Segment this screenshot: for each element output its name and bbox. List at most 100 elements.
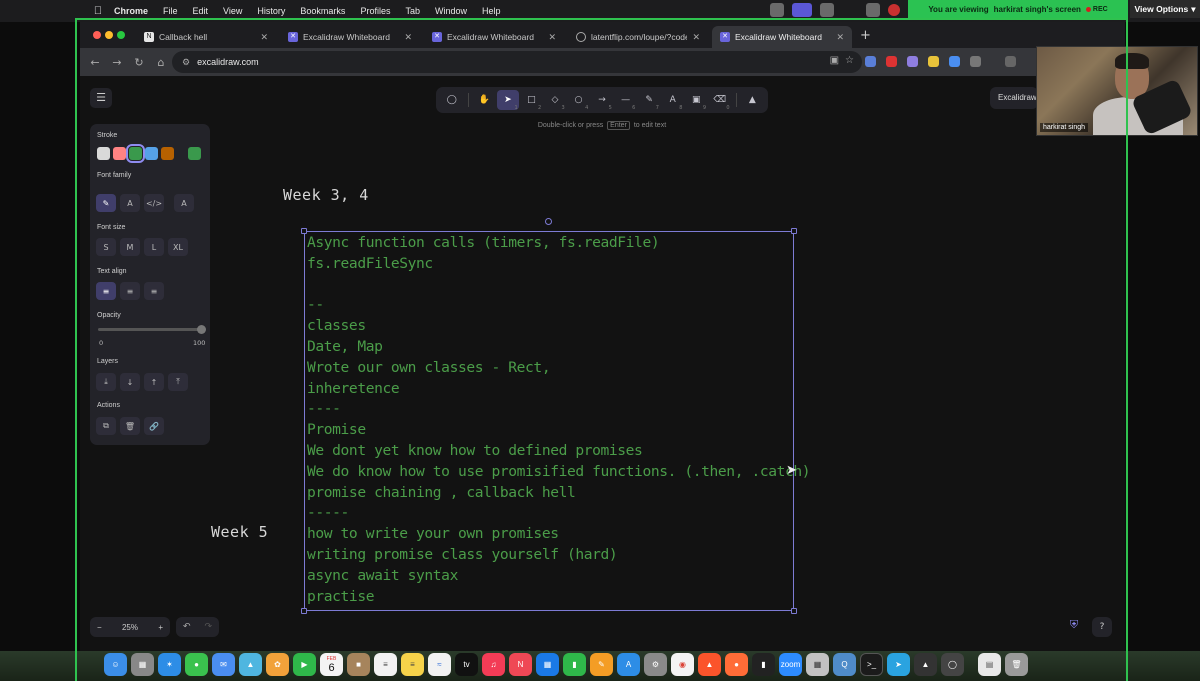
close-icon[interactable]: ✕ [548,32,556,43]
extension-icon[interactable] [907,56,918,67]
stroke-swatch[interactable] [145,147,158,160]
menu-window[interactable]: Window [435,6,467,16]
send-backward-icon[interactable]: ↓ [120,373,140,391]
calendar-icon[interactable]: FEB 6 [320,653,343,676]
address-bar[interactable]: ⚙ excalidraw.com ▣ ☆ [172,51,862,73]
font-normal-icon[interactable]: A [120,194,140,212]
maximize-window-icon[interactable] [117,31,125,39]
help-button[interactable]: ? [1092,617,1112,637]
tab-excalidraw-2[interactable]: ✕ Excalidraw Whiteboard ✕ [424,26,564,48]
ellipse-tool-icon[interactable]: ○ 4 [568,90,590,111]
close-icon[interactable]: ✕ [692,32,700,43]
new-tab-button[interactable]: + [860,28,871,43]
tray-icon-screen-share[interactable] [792,3,812,17]
tab-excalidraw-1[interactable]: ✕ Excalidraw Whiteboard ✕ [280,26,420,48]
font-size-l[interactable]: L [144,238,164,256]
duplicate-icon[interactable]: ⧉ [96,417,116,435]
home-icon[interactable]: ⌂ [150,56,172,69]
send-to-back-icon[interactable]: ⤓ [96,373,116,391]
zoom-out-button[interactable]: − [97,623,102,632]
stroke-swatch[interactable] [161,147,174,160]
finder-icon[interactable]: ☺ [104,653,127,676]
system-settings-icon[interactable]: ⚙ [644,653,667,676]
back-icon[interactable]: ← [84,56,106,69]
diamond-tool-icon[interactable]: ◇ 3 [544,90,566,111]
zoom-app-icon[interactable]: zoom [779,653,802,676]
webcam-video[interactable]: harkirat singh [1036,46,1198,136]
profile-icon[interactable] [1005,56,1016,67]
activity-monitor-icon[interactable]: ◯ [941,653,964,676]
undo-icon[interactable]: ↶ [183,622,191,632]
postman-icon[interactable]: ● [725,653,748,676]
minimize-window-icon[interactable] [105,31,113,39]
link-icon[interactable]: 🔗 [144,417,164,435]
bookmark-star-icon[interactable]: ☆ [845,55,854,66]
tray-icon-4[interactable] [866,3,880,17]
view-options-button[interactable]: View Options ▾ [1130,0,1200,18]
menu-file[interactable]: File [163,6,178,16]
facetime-icon[interactable]: ▶ [293,653,316,676]
site-info-icon[interactable]: ⚙ [182,57,190,68]
piano-icon[interactable]: ▮ [752,653,775,676]
stroke-swatch[interactable] [97,147,110,160]
app-store-icon[interactable]: A [617,653,640,676]
font-code-icon[interactable]: </> [144,194,164,212]
menu-bookmarks[interactable]: Bookmarks [300,6,345,16]
close-icon[interactable]: ✕ [836,32,844,43]
close-icon[interactable]: ✕ [404,32,412,43]
close-icon[interactable]: ✕ [260,32,268,43]
main-menu-button[interactable]: ☰ [90,88,112,108]
extension-icon[interactable] [865,56,876,67]
news-icon[interactable]: N [509,653,532,676]
menu-tab[interactable]: Tab [405,6,420,16]
apple-tv-icon[interactable]: tv [455,653,478,676]
eraser-tool-icon[interactable]: ⌫ 0 [709,90,731,111]
numbers-icon[interactable]: ▮ [563,653,586,676]
bring-to-front-icon[interactable]: ⤒ [168,373,188,391]
align-left-icon[interactable]: ≡ [96,282,116,300]
line-tool-icon[interactable]: —6 [615,90,637,111]
tab-loupe[interactable]: latentflip.com/loupe/?code=C ✕ [568,26,708,48]
week-3-4-heading[interactable]: Week 3, 4 [283,186,369,204]
music-icon[interactable]: ♫ [482,653,505,676]
menu-view[interactable]: View [223,6,242,16]
opacity-slider[interactable] [98,328,202,331]
font-size-xl[interactable]: XL [168,238,188,256]
maps-icon[interactable]: ▲ [239,653,262,676]
contacts-icon[interactable]: ■ [347,653,370,676]
zoom-in-button[interactable]: + [158,623,163,632]
telegram-icon[interactable]: ➤ [887,653,910,676]
extension-icon[interactable] [949,56,960,67]
reminders-icon[interactable]: ≡ [374,653,397,676]
hand-tool-icon[interactable]: ✋ [474,90,496,110]
zoom-level[interactable]: 25% [122,623,138,632]
install-app-icon[interactable]: ▣ [830,55,839,66]
resize-handle-sw[interactable] [301,608,307,614]
tab-callback-hell[interactable]: N Callback hell ✕ [136,26,276,48]
forward-icon[interactable]: → [106,56,128,69]
pencil-tool-icon[interactable]: ✎ 7 [638,90,660,111]
text-tool-icon[interactable]: A8 [662,90,684,111]
font-hand-drawn-icon[interactable]: ✎ [96,194,116,212]
chrome-icon[interactable]: ◉ [671,653,694,676]
image-tool-icon[interactable]: ▣ 9 [685,90,707,111]
launchpad-icon[interactable]: ▦ [131,653,154,676]
bring-forward-icon[interactable]: ↑ [144,373,164,391]
tab-excalidraw-active[interactable]: ✕ Excalidraw Whiteboard ✕ [712,26,852,48]
terminal-icon[interactable]: >_ [860,653,883,676]
close-window-icon[interactable] [93,31,101,39]
opacity-slider-thumb[interactable] [197,325,206,334]
apple-icon[interactable]:  [92,5,104,17]
mail-icon[interactable]: ✉ [212,653,235,676]
keynote-icon[interactable]: ▦ [536,653,559,676]
extension-icon[interactable] [928,56,939,67]
messages-icon[interactable]: ● [185,653,208,676]
notes-icon[interactable]: ≡ [401,653,424,676]
menu-edit[interactable]: Edit [193,6,209,16]
preview-icon[interactable]: ▦ [806,653,829,676]
tray-icon-record[interactable] [888,4,900,16]
arrow-tool-icon[interactable]: → 5 [591,90,613,111]
stroke-swatch[interactable] [113,147,126,160]
cursor-app-icon[interactable]: ▲ [914,653,937,676]
menu-help[interactable]: Help [482,6,501,16]
